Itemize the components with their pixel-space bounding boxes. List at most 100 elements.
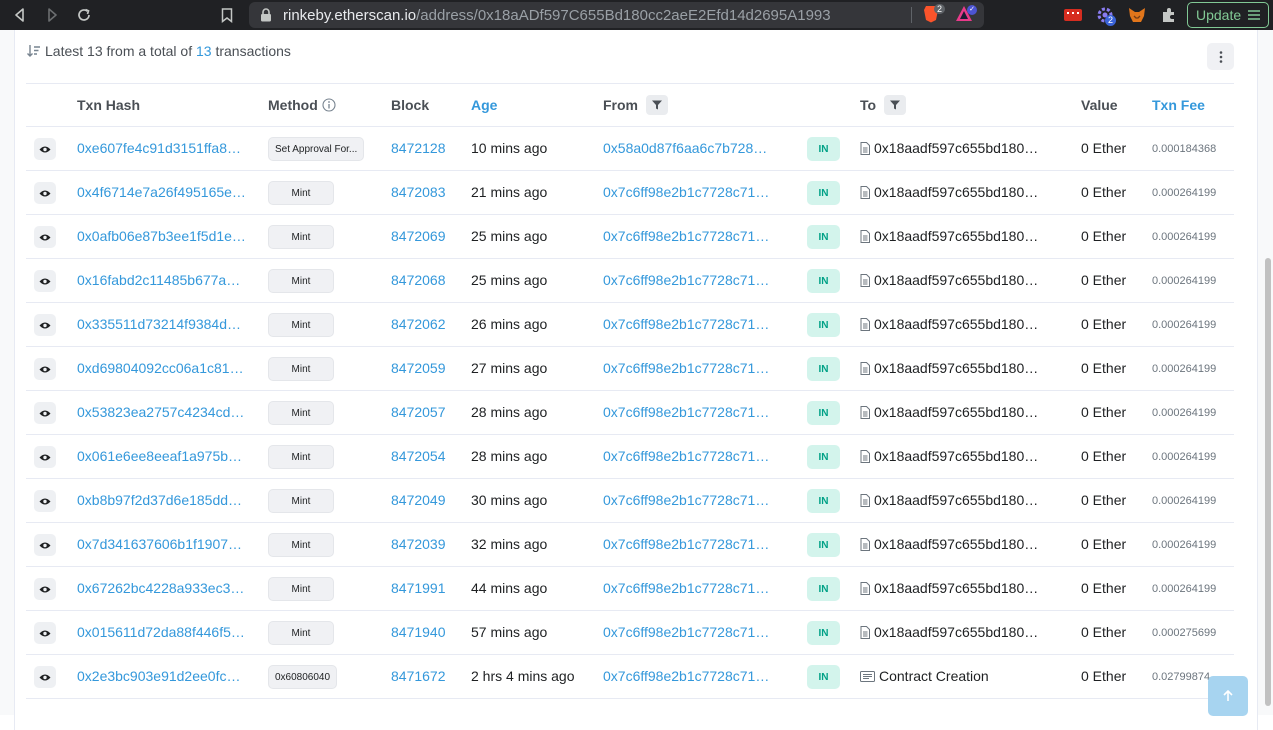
view-details-button[interactable] <box>34 226 56 248</box>
txn-hash-link[interactable]: 0xe607fe4c91d3151ffa8… <box>77 140 241 156</box>
view-details-button[interactable] <box>34 490 56 512</box>
from-address-link[interactable]: 0x7c6ff98e2b1c7728c71… <box>603 404 769 420</box>
view-details-button[interactable] <box>34 402 56 424</box>
from-address-link[interactable]: 0x7c6ff98e2b1c7728c71… <box>603 448 769 464</box>
metamask-button[interactable] <box>1127 5 1147 25</box>
scroll-to-top-button[interactable] <box>1208 676 1248 716</box>
view-details-button[interactable] <box>34 622 56 644</box>
block-link[interactable]: 8472068 <box>391 272 446 288</box>
hamburger-menu-icon <box>1248 10 1260 20</box>
table-options-button[interactable] <box>1207 43 1234 70</box>
forward-icon <box>48 8 57 22</box>
txn-fee-text: 0.000275699 <box>1152 627 1217 639</box>
from-address-link[interactable]: 0x7c6ff98e2b1c7728c71… <box>603 360 769 376</box>
txn-hash-link[interactable]: 0x2e3bc903e91d2ee0fc… <box>77 668 240 684</box>
txn-hash-link[interactable]: 0xb8b97f2d37d6e185dd… <box>77 492 242 508</box>
block-link[interactable]: 8472059 <box>391 360 446 376</box>
to-address[interactable]: 0x18aadf597c655bd180… <box>860 360 1038 376</box>
txn-hash-link[interactable]: 0x53823ea2757c4234cd… <box>77 404 244 420</box>
from-address-link[interactable]: 0x7c6ff98e2b1c7728c71… <box>603 668 769 684</box>
block-link[interactable]: 8472054 <box>391 448 446 464</box>
filter-icon <box>652 100 662 110</box>
view-details-button[interactable] <box>34 446 56 468</box>
forward-button[interactable] <box>42 5 62 25</box>
from-address-link[interactable]: 0x7c6ff98e2b1c7728c71… <box>603 624 769 640</box>
age-text: 25 mins ago <box>471 272 548 288</box>
view-details-button[interactable] <box>34 182 56 204</box>
to-address[interactable]: 0x18aadf597c655bd180… <box>860 580 1038 596</box>
block-link[interactable]: 8472069 <box>391 228 446 244</box>
info-icon[interactable] <box>322 98 336 112</box>
block-link[interactable]: 8472039 <box>391 536 446 552</box>
page-scrollbar[interactable] <box>1265 258 1271 706</box>
from-address-link[interactable]: 0x7c6ff98e2b1c7728c71… <box>603 492 769 508</box>
txn-hash-link[interactable]: 0xd69804092cc06a1c81… <box>77 360 244 376</box>
txn-hash-link[interactable]: 0x16fabd2c11485b677a… <box>77 272 240 288</box>
txn-hash-link[interactable]: 0x7d341637606b1f1907… <box>77 536 242 552</box>
from-filter-button[interactable] <box>646 95 668 115</box>
block-link[interactable]: 8472128 <box>391 140 446 156</box>
to-address[interactable]: 0x18aadf597c655bd180… <box>860 272 1038 288</box>
txn-hash-link[interactable]: 0x67262bc4228a933ec3… <box>77 580 244 596</box>
view-details-button[interactable] <box>34 534 56 556</box>
kebab-icon <box>1219 50 1222 63</box>
view-details-button[interactable] <box>34 270 56 292</box>
from-address-link[interactable]: 0x7c6ff98e2b1c7728c71… <box>603 184 769 200</box>
brave-shields-button[interactable]: 2 <box>923 4 946 25</box>
red-grid-extension-icon <box>1064 9 1082 21</box>
contract-doc-icon <box>860 581 870 595</box>
from-address-link[interactable]: 0x7c6ff98e2b1c7728c71… <box>603 580 769 596</box>
extensions-menu-button[interactable] <box>1159 5 1179 25</box>
view-details-button[interactable] <box>34 578 56 600</box>
view-details-button[interactable] <box>34 314 56 336</box>
to-address[interactable]: 0x18aadf597c655bd180… <box>860 536 1038 552</box>
from-address-link[interactable]: 0x7c6ff98e2b1c7728c71… <box>603 272 769 288</box>
header-age-toggle[interactable]: Age <box>471 97 497 113</box>
to-address[interactable]: 0x18aadf597c655bd180… <box>860 228 1038 244</box>
direction-badge: IN <box>807 137 840 161</box>
from-address-link[interactable]: 0x58a0d87f6aa6c7b728… <box>603 140 767 156</box>
header-method: Method <box>268 97 336 113</box>
block-link[interactable]: 8472062 <box>391 316 446 332</box>
address-bar[interactable]: rinkeby.etherscan.io/address/0x18aADf597… <box>249 2 984 28</box>
direction-badge: IN <box>807 313 840 337</box>
to-filter-button[interactable] <box>884 95 907 115</box>
from-address-link[interactable]: 0x7c6ff98e2b1c7728c71… <box>603 316 769 332</box>
back-button[interactable] <box>10 5 30 25</box>
to-address[interactable]: 0x18aadf597c655bd180… <box>860 184 1038 200</box>
header-txn-fee-toggle[interactable]: Txn Fee <box>1152 97 1205 113</box>
block-link[interactable]: 8471940 <box>391 624 446 640</box>
txn-hash-link[interactable]: 0x335511d73214f9384d… <box>77 316 241 332</box>
eye-icon <box>39 322 51 328</box>
to-address[interactable]: 0x18aadf597c655bd180… <box>860 316 1038 332</box>
block-link[interactable]: 8471672 <box>391 668 446 684</box>
txn-fee-text: 0.000264199 <box>1152 363 1217 375</box>
view-details-button[interactable] <box>34 358 56 380</box>
contract-doc-icon <box>860 405 870 419</box>
txn-hash-link[interactable]: 0x0afb06e87b3ee1f5d1e… <box>77 228 246 244</box>
block-link[interactable]: 8472083 <box>391 184 446 200</box>
block-link[interactable]: 8472049 <box>391 492 446 508</box>
txn-hash-link[interactable]: 0x061e6ee8eeaf1a975b… <box>77 448 242 464</box>
extension-2-button[interactable]: 2 <box>1095 5 1117 26</box>
from-address-link[interactable]: 0x7c6ff98e2b1c7728c71… <box>603 228 769 244</box>
block-link[interactable]: 8472057 <box>391 404 446 420</box>
to-address[interactable]: 0x18aadf597c655bd180… <box>860 448 1038 464</box>
block-link[interactable]: 8471991 <box>391 580 446 596</box>
txn-hash-link[interactable]: 0x4f6714e7a26f495165e… <box>77 184 246 200</box>
update-button[interactable]: Update <box>1187 2 1269 28</box>
txn-hash-link[interactable]: 0x015611d72da88f446f5… <box>77 624 245 640</box>
to-icon <box>860 317 870 331</box>
view-details-button[interactable] <box>34 666 56 688</box>
from-address-link[interactable]: 0x7c6ff98e2b1c7728c71… <box>603 536 769 552</box>
to-address[interactable]: 0x18aadf597c655bd180… <box>860 404 1038 420</box>
brave-rewards-button[interactable]: ✓ <box>955 5 979 25</box>
to-address-text: 0x18aadf597c655bd180… <box>874 184 1039 200</box>
view-details-button[interactable] <box>34 138 56 160</box>
to-address[interactable]: 0x18aadf597c655bd180… <box>860 624 1038 640</box>
extension-1-button[interactable] <box>1063 5 1083 25</box>
to-address[interactable]: 0x18aadf597c655bd180… <box>860 140 1038 156</box>
to-address[interactable]: 0x18aadf597c655bd180… <box>860 492 1038 508</box>
bookmark-button[interactable] <box>217 5 237 25</box>
reload-button[interactable] <box>74 5 94 25</box>
